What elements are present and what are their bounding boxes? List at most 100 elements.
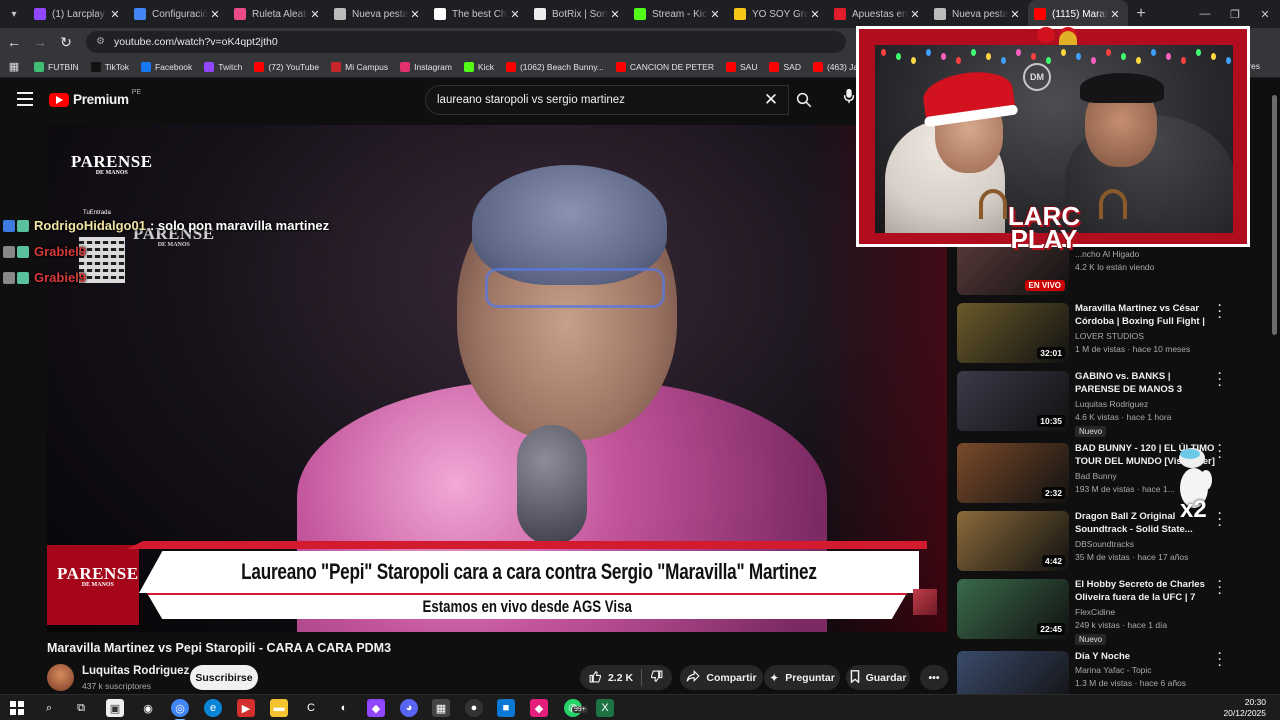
- maximize-icon[interactable]: ❐: [1220, 0, 1250, 28]
- tab-close-icon[interactable]: ✕: [508, 8, 522, 21]
- video-thumbnail[interactable]: 2:32: [957, 443, 1069, 503]
- calculator-icon[interactable]: ▦: [432, 699, 450, 717]
- bookmark-item[interactable]: SAU: [720, 61, 763, 72]
- folder-icon[interactable]: ▬: [270, 699, 288, 717]
- more-options-icon[interactable]: · · ·: [1215, 369, 1225, 392]
- recommended-video[interactable]: 10:35 GABINO vs. BANKS | PARENSE DE MANOS…: [957, 369, 1257, 437]
- more-options-icon[interactable]: · · ·: [1215, 577, 1225, 600]
- browser-tab[interactable]: YO SOY Gran Final✕: [728, 0, 828, 28]
- recommended-channel[interactable]: Marina Yafac - Topic: [1075, 665, 1152, 675]
- bookmark-item[interactable]: FUTBIN: [28, 61, 85, 72]
- app-icon[interactable]: ◉: [139, 699, 157, 717]
- task-view-icon[interactable]: ⧉: [72, 699, 90, 717]
- save-button[interactable]: Guardar: [846, 665, 910, 690]
- search-input[interactable]: laureano staropoli vs sergio martinez: [425, 85, 789, 115]
- obs-icon[interactable]: ●: [465, 699, 483, 717]
- recommended-video[interactable]: 22:45 El Hobby Secreto de Charles Oliveir…: [957, 577, 1257, 645]
- store-icon[interactable]: ▣: [106, 699, 124, 717]
- browser-tab[interactable]: The best Chatbot✕: [428, 0, 528, 28]
- browser-tab[interactable]: Apuestas en En Vivo✕: [828, 0, 928, 28]
- bookmark-item[interactable]: Facebook: [135, 61, 198, 72]
- tab-close-icon[interactable]: ✕: [208, 8, 222, 21]
- search-icon[interactable]: [789, 85, 819, 115]
- recommended-title[interactable]: Maravilla Martinez vs César Córdoba | Bo…: [1075, 303, 1215, 329]
- tab-close-icon[interactable]: ✕: [1108, 8, 1122, 21]
- forward-icon[interactable]: →: [28, 30, 52, 54]
- youtube-logo[interactable]: Premium PE: [49, 89, 141, 107]
- like-count[interactable]: 2.2 K: [608, 672, 633, 684]
- tab-close-icon[interactable]: ✕: [408, 8, 422, 21]
- recommended-channel[interactable]: DBSoundtracks: [1075, 539, 1134, 549]
- browser-tab[interactable]: Nueva pestaña✕: [328, 0, 428, 28]
- reload-icon[interactable]: ↻: [54, 30, 78, 54]
- channel-name[interactable]: Luquitas Rodriguez: [82, 665, 189, 677]
- steam-icon[interactable]: ◐: [335, 699, 353, 717]
- recommended-channel[interactable]: LOVER STUDIOS: [1075, 331, 1144, 341]
- share-button[interactable]: Compartir: [680, 665, 763, 690]
- like-icon[interactable]: [589, 670, 602, 686]
- tab-close-icon[interactable]: ✕: [308, 8, 322, 21]
- browser-tab[interactable]: Configuración ✕: [128, 0, 228, 28]
- minimize-icon[interactable]: —: [1190, 0, 1220, 28]
- browser-tab[interactable]: Ruleta Aleatoria✕: [228, 0, 328, 28]
- bookmark-item[interactable]: (72) YouTube: [248, 61, 325, 72]
- system-clock[interactable]: 20:30 20/12/2025: [1223, 697, 1266, 719]
- search-taskbar-icon[interactable]: ⌕: [40, 699, 58, 717]
- more-options-icon[interactable]: · · ·: [1215, 301, 1225, 324]
- video-thumbnail[interactable]: 32:01: [957, 303, 1069, 363]
- excel-icon[interactable]: X: [596, 699, 614, 717]
- site-info-icon[interactable]: ⚙: [96, 36, 108, 48]
- address-bar[interactable]: ⚙ youtube.com/watch?v=oK4qpt2jth0: [86, 31, 846, 53]
- new-tab-button[interactable]: +: [1128, 5, 1154, 23]
- more-options-icon[interactable]: · · ·: [1215, 509, 1225, 532]
- browser-tab[interactable]: Stream - Kick Dashboard✕: [628, 0, 728, 28]
- edge-icon[interactable]: e: [204, 699, 222, 717]
- bookmark-item[interactable]: Twitch: [198, 61, 248, 72]
- video-player[interactable]: PARENSE DE MANOS TuEntrada PARENSE DE MA…: [47, 125, 947, 632]
- recommended-title[interactable]: GABINO vs. BANKS | PARENSE DE MANOS 3 #P…: [1075, 371, 1215, 397]
- more-actions-icon[interactable]: •••: [920, 665, 948, 690]
- bookmark-item[interactable]: Kick: [458, 61, 500, 72]
- bookmark-item[interactable]: SAD: [763, 61, 806, 72]
- recommended-title[interactable]: El Hobby Secreto de Charles Oliveira fue…: [1075, 579, 1215, 605]
- tab-close-icon[interactable]: ✕: [708, 8, 722, 21]
- video-thumbnail[interactable]: 22:45: [957, 579, 1069, 639]
- tab-close-icon[interactable]: ✕: [1008, 8, 1022, 21]
- recommended-title[interactable]: Día Y Noche: [1075, 651, 1215, 664]
- subscribe-button[interactable]: Suscribirse: [190, 665, 258, 690]
- windows-start-icon[interactable]: [8, 699, 26, 717]
- tab-close-icon[interactable]: ✕: [908, 8, 922, 21]
- dislike-icon[interactable]: [650, 670, 663, 686]
- tab-search-icon[interactable]: ▾: [0, 0, 28, 28]
- browser-tab[interactable]: BotRix | Sorteos✕: [528, 0, 628, 28]
- back-icon[interactable]: ←: [2, 30, 26, 54]
- recommended-channel[interactable]: Luquitas Rodriguez: [1075, 399, 1148, 409]
- tab-close-icon[interactable]: ✕: [108, 8, 122, 21]
- browser-tab[interactable]: (1) Larcplay - Twitch✕: [28, 0, 128, 28]
- ask-button[interactable]: ✦ Preguntar: [764, 665, 840, 690]
- tab-close-icon[interactable]: ✕: [808, 8, 822, 21]
- recommended-channel[interactable]: FlexCidine: [1075, 607, 1115, 617]
- recommended-video[interactable]: 32:01 Maravilla Martinez vs César Córdoba…: [957, 301, 1257, 363]
- close-window-icon[interactable]: ✕: [1250, 0, 1280, 28]
- outlook-icon[interactable]: ■: [497, 699, 515, 717]
- recommended-channel[interactable]: Bad Bunny: [1075, 471, 1117, 481]
- browser-tab[interactable]: Nueva pestaña✕: [928, 0, 1028, 28]
- bookmark-item[interactable]: CANCION DE PETER: [610, 61, 720, 72]
- bookmark-item[interactable]: Mi Campus: [325, 61, 394, 72]
- twitch-app-icon[interactable]: ◆: [367, 699, 385, 717]
- more-options-icon[interactable]: · · ·: [1215, 441, 1225, 464]
- bookmark-item[interactable]: Instagram: [394, 61, 458, 72]
- video-thumbnail[interactable]: 4:42: [957, 511, 1069, 571]
- discord-icon[interactable]: ◕: [400, 699, 418, 717]
- bookmark-item[interactable]: (1062) Beach Bunny...: [500, 61, 610, 72]
- channel-avatar[interactable]: [47, 664, 74, 691]
- video-thumbnail[interactable]: 10:35: [957, 371, 1069, 431]
- more-options-icon[interactable]: · · ·: [1215, 649, 1225, 672]
- tab-close-icon[interactable]: ✕: [608, 8, 622, 21]
- page-scrollbar[interactable]: [1272, 95, 1277, 335]
- menu-icon[interactable]: [17, 92, 33, 106]
- apps-grid-icon[interactable]: ▦: [0, 60, 28, 73]
- media-app-icon[interactable]: ▶: [237, 699, 255, 717]
- bookmark-item[interactable]: TikTok: [85, 61, 135, 72]
